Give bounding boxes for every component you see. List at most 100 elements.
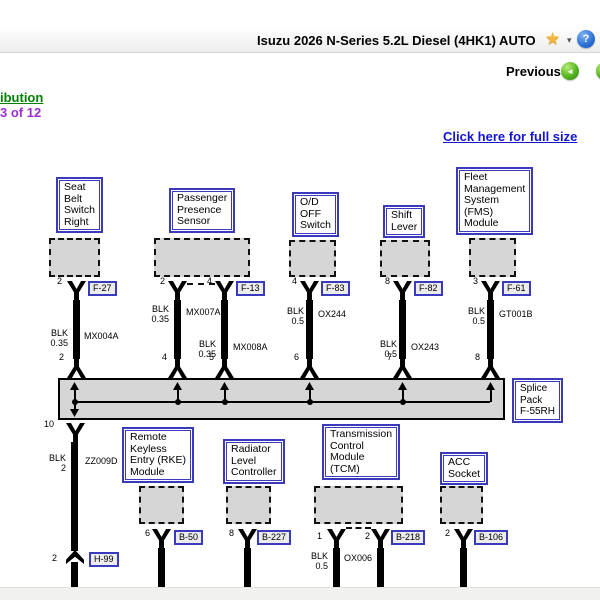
pin-label: 8: [475, 353, 480, 362]
wire-spec: BLK 0.5: [274, 306, 304, 326]
distribution-link[interactable]: ibution: [0, 90, 43, 105]
wire-fork: [300, 281, 319, 300]
connector-box-f83: [289, 240, 336, 277]
wire-fork: [393, 281, 412, 300]
pin-label: 2: [445, 529, 450, 538]
component-box-od-off-switch: O/D OFF Switch: [292, 192, 339, 237]
component-box-rke-module: Remote Keyless Entry (RKE) Module: [122, 427, 194, 483]
wire-spec: BLK 0.5: [455, 306, 485, 326]
page-title: Isuzu 2026 N-Series 5.2L Diesel (4HK1) A…: [257, 33, 536, 48]
wire-gauge: 0.5: [300, 561, 328, 571]
splice-bus-line: [75, 401, 490, 403]
circuit-label: MX007A: [186, 307, 221, 317]
pin-label: 2: [160, 277, 165, 286]
wire-fork: [168, 281, 187, 300]
connector-box-f13: [154, 238, 250, 277]
connector-bridge-dash: [346, 527, 371, 529]
favorite-star-icon[interactable]: ★: [545, 29, 560, 49]
circuit-label: OX006: [344, 553, 372, 563]
wire-gauge: 0.5: [274, 316, 304, 326]
connector-box-b218: [314, 486, 403, 524]
connector-id-label: F-83: [321, 281, 350, 296]
wire-color: BLK: [455, 306, 485, 316]
pin-label: 3: [473, 277, 478, 286]
connector-id-label: B-227: [257, 530, 291, 545]
circuit-label: ZZ009D: [85, 456, 118, 466]
wire-fork: [67, 359, 86, 378]
wire: [73, 300, 80, 359]
wire-color: BLK: [367, 339, 397, 349]
wire-spec: BLK 0.35: [139, 304, 169, 324]
connector-id-label: B-218: [391, 530, 425, 545]
wire-color: BLK: [186, 339, 216, 349]
previous-label[interactable]: Previous: [506, 64, 561, 79]
wire-spec: BLK 2: [36, 453, 66, 473]
circuit-label: OX243: [411, 342, 439, 352]
wire-fork: [481, 359, 500, 378]
wire: [306, 300, 313, 359]
wire: [158, 548, 165, 587]
pin-label: 8: [229, 529, 234, 538]
connector-box-f61: [469, 238, 516, 277]
circuit-label: MX008A: [233, 342, 268, 352]
wire: [377, 548, 384, 587]
full-size-link[interactable]: Click here for full size: [443, 129, 577, 144]
splice-pack-label: Splice Pack F-55RH: [512, 378, 563, 423]
wire: [221, 300, 228, 359]
wire-gauge: 0.5: [367, 349, 397, 359]
help-icon[interactable]: ?: [577, 30, 595, 48]
circuit-label: MX004A: [84, 331, 119, 341]
wire: [333, 548, 340, 587]
wire-fork: [481, 281, 500, 300]
favorite-caret-icon[interactable]: ▾: [567, 35, 572, 46]
connector-box-b227: [226, 486, 271, 524]
wire: [244, 548, 251, 587]
wire-spec: BLK 0.5: [367, 339, 397, 359]
component-box-acc-socket: ACC Socket: [440, 452, 488, 485]
wire-fork: [67, 281, 86, 300]
wire: [71, 562, 78, 587]
bottom-bar: [0, 587, 600, 600]
wire-fork: [215, 359, 234, 378]
wire-fork: [454, 529, 473, 548]
wire-fork: [152, 529, 171, 548]
junction-dot: [400, 399, 406, 405]
circuit-label: OX244: [318, 309, 346, 319]
connector-id-label: F-13: [236, 281, 265, 296]
pin-label: 10: [44, 420, 54, 429]
next-button-icon-clipped[interactable]: ◄: [596, 62, 600, 80]
wire: [487, 300, 494, 359]
wire-fork: [371, 529, 390, 548]
pin-label: 2: [57, 277, 62, 286]
junction-dot: [307, 399, 313, 405]
splice-arrow-up: [486, 382, 495, 402]
splice-pack-box: [58, 378, 505, 420]
wire-fork: [300, 359, 319, 378]
pin-label: 1: [317, 532, 322, 541]
pin-label: 5: [209, 353, 214, 362]
wire-gauge: 0.5: [455, 316, 485, 326]
circuit-label: GT001B: [499, 309, 533, 319]
connector-bridge-dash: [187, 283, 215, 285]
pin-label: 2: [52, 554, 57, 563]
connector-id-label: F-27: [88, 281, 117, 296]
component-box-tcm: Transmission Control Module (TCM): [322, 424, 400, 480]
junction-dot: [72, 399, 78, 405]
wire-spec: BLK 0.35: [38, 328, 68, 348]
wire-spec: BLK 0.5: [300, 551, 328, 571]
pin-label: 7: [387, 353, 392, 362]
previous-button-icon[interactable]: ◄: [561, 62, 579, 80]
wire: [460, 548, 467, 587]
pin-label: 2: [59, 353, 64, 362]
wire-gauge: 0.35: [38, 338, 68, 348]
connector-box-f82: [380, 240, 430, 277]
component-box-seat-belt-switch-right: Seat Belt Switch Right: [56, 177, 103, 233]
wire-color: BLK: [300, 551, 328, 561]
wire-fork: [393, 359, 412, 378]
junction-dot: [175, 399, 181, 405]
pin-label: 4: [292, 277, 297, 286]
wire-fork: [327, 529, 346, 548]
wire-color: BLK: [274, 306, 304, 316]
wire-fork: [215, 281, 234, 300]
page-indicator: 3 of 12: [0, 105, 41, 120]
